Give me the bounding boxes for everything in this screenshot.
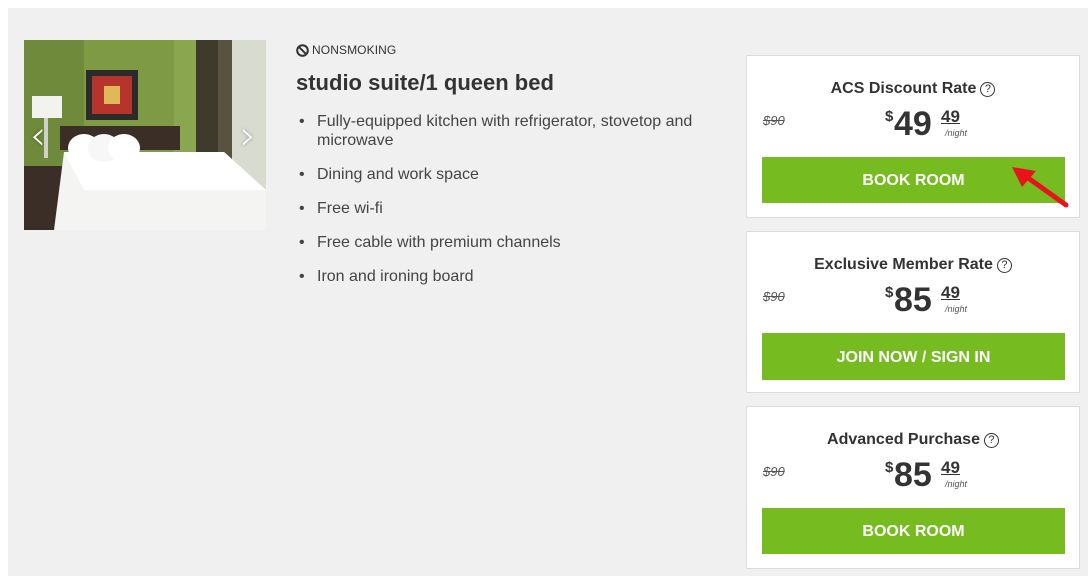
price-whole: 85 xyxy=(894,281,932,319)
rate-card-advanced-purchase: Advanced Purchase? $90 $ 85 49 /night BO… xyxy=(746,406,1080,569)
help-icon[interactable]: ? xyxy=(980,82,996,97)
original-price: $90 xyxy=(763,289,785,304)
room-title: studio suite/1 queen bed xyxy=(296,70,554,95)
price-cents: 49 xyxy=(941,458,960,477)
rate-name-label: Advanced Purchase xyxy=(827,431,980,448)
rate-name-label: Exclusive Member Rate xyxy=(814,256,993,273)
nightly-price: $ 49 49 /night xyxy=(869,104,979,144)
price-per-night: /night xyxy=(945,304,968,314)
rate-name: Advanced Purchase? xyxy=(747,431,1079,449)
amenity-item: Free wi-fi xyxy=(296,199,696,218)
no-smoking-icon xyxy=(296,43,309,57)
help-icon[interactable]: ? xyxy=(983,433,999,448)
red-arrow-icon xyxy=(1012,167,1069,208)
price-currency: $ xyxy=(885,284,894,301)
price-whole: 85 xyxy=(894,456,932,494)
nonsmoking-badge: NONSMOKING xyxy=(296,43,396,57)
amenity-item: Fully-equipped kitchen with refrigerator… xyxy=(296,112,696,150)
book-room-button[interactable]: BOOK ROOM xyxy=(762,508,1065,554)
amenity-item: Free cable with premium channels xyxy=(296,233,696,252)
price-cents: 49 xyxy=(941,107,960,126)
original-price: $90 xyxy=(763,113,785,128)
nonsmoking-label: NONSMOKING xyxy=(312,43,397,57)
room-photo-carousel[interactable]: ‹ › xyxy=(24,40,266,230)
rate-name: Exclusive Member Rate? xyxy=(747,256,1079,274)
help-icon[interactable]: ? xyxy=(996,258,1012,273)
room-photo xyxy=(24,40,266,230)
rate-name-label: ACS Discount Rate xyxy=(830,80,977,97)
price-currency: $ xyxy=(885,108,894,125)
amenities-list: Fully-equipped kitchen with refrigerator… xyxy=(296,112,696,301)
price-per-night: /night xyxy=(945,128,968,138)
amenity-item: Dining and work space xyxy=(296,165,696,184)
chevron-right-icon[interactable]: › xyxy=(236,116,260,156)
nightly-price: $ 85 49 /night xyxy=(869,280,979,320)
price-cents: 49 xyxy=(941,283,960,302)
price-per-night: /night xyxy=(945,479,968,489)
join-sign-in-button[interactable]: JOIN NOW / SIGN IN xyxy=(762,333,1065,380)
rate-name: ACS Discount Rate? xyxy=(747,80,1079,98)
price-currency: $ xyxy=(885,459,894,476)
amenity-item: Iron and ironing board xyxy=(296,267,696,286)
rate-card-exclusive-member: Exclusive Member Rate? $90 $ 85 49 /nigh… xyxy=(746,231,1080,393)
original-price: $90 xyxy=(763,464,785,479)
price-whole: 49 xyxy=(894,105,932,143)
nightly-price: $ 85 49 /night xyxy=(869,455,979,495)
chevron-left-icon[interactable]: ‹ xyxy=(26,116,50,156)
